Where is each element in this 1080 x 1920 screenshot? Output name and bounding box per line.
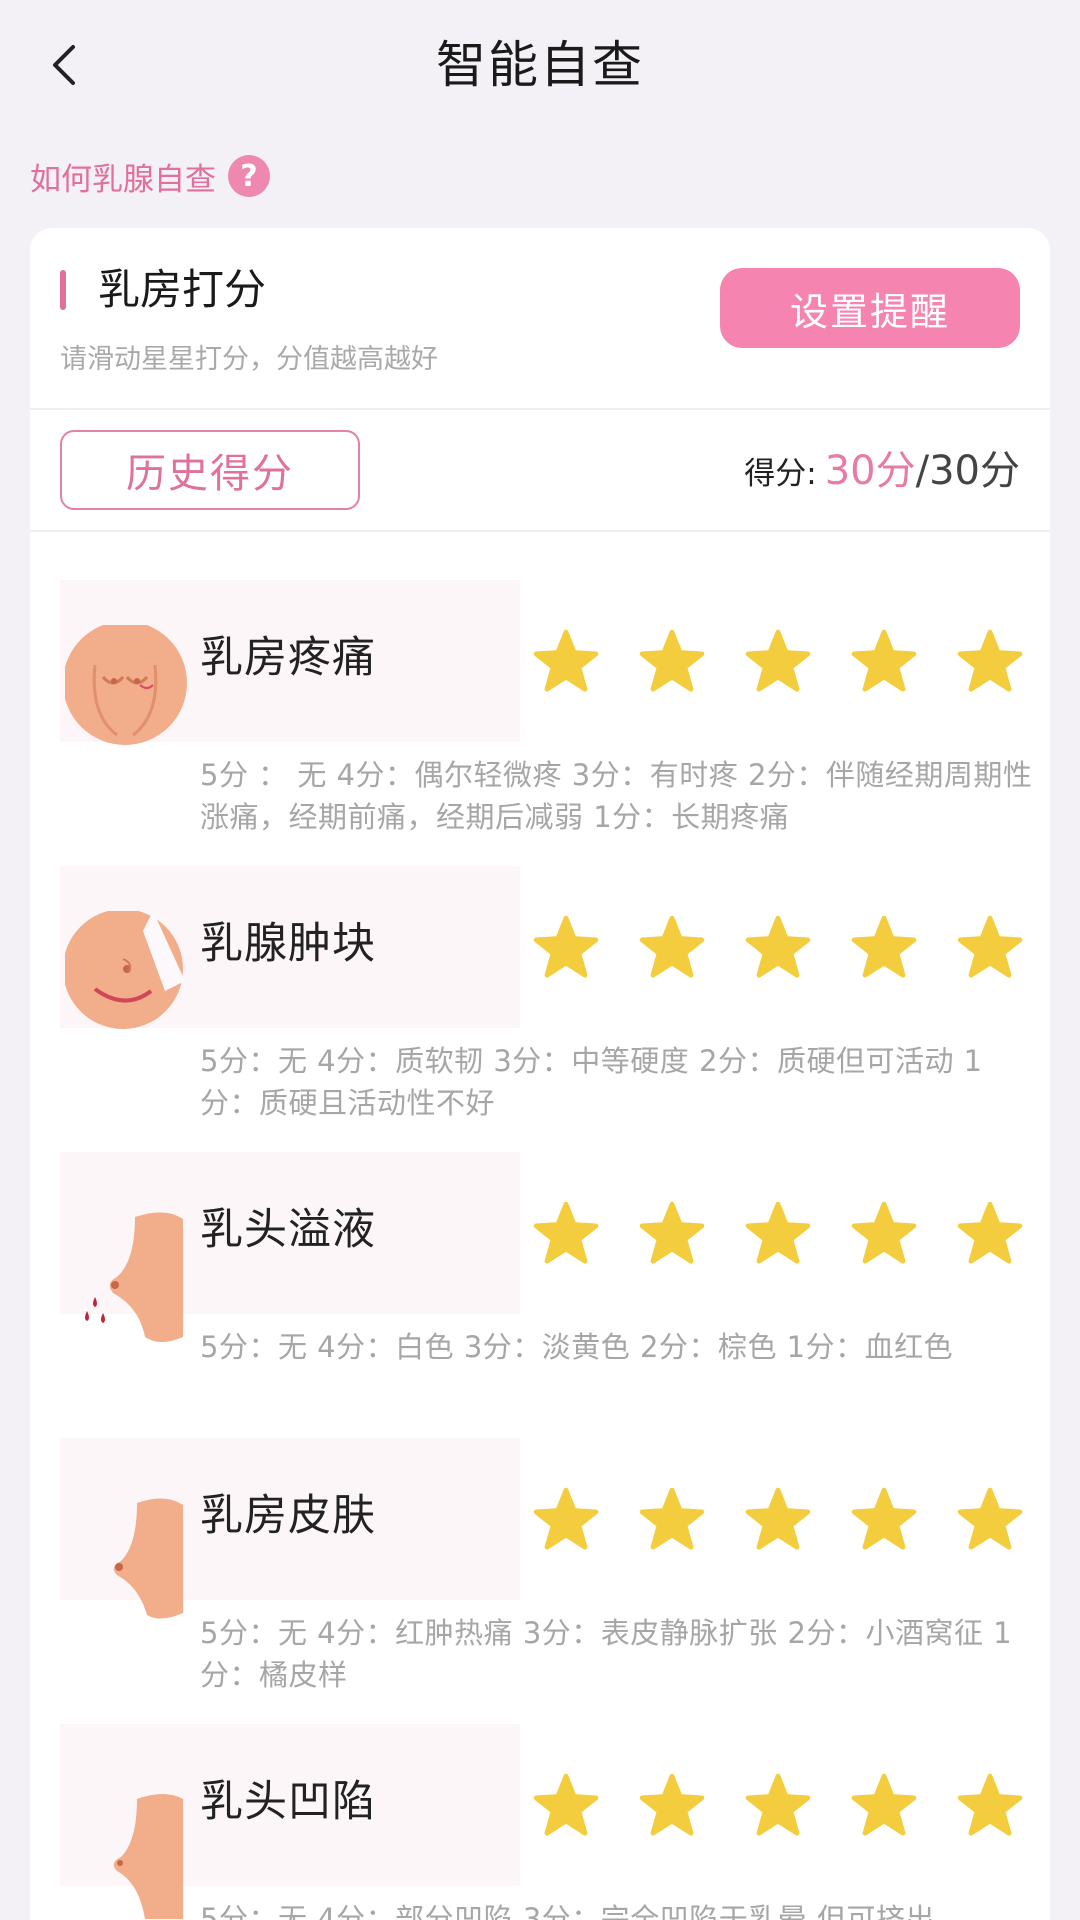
item-name: 乳头溢液: [200, 1205, 376, 1255]
star-icon[interactable]: [850, 628, 918, 696]
star-rating[interactable]: [532, 624, 1024, 700]
score-card-header: 乳房打分 请滑动星星打分，分值越高越好 设置提醒: [30, 228, 1050, 408]
star-icon[interactable]: [744, 1486, 812, 1554]
item-name: 乳腺肿块: [200, 919, 376, 969]
star-icon[interactable]: [638, 1772, 706, 1840]
section-title: 乳房打分: [98, 265, 267, 314]
breast-skin-illustration: [113, 1498, 183, 1619]
how-to-self-check-link[interactable]: 如何乳腺自查 ?: [30, 152, 270, 200]
rating-item-breast-pain: 乳房疼痛 5分 ： 无 4分：偶尔轻微疼 3分：有时疼 2分：伴随经期周期性涨痛…: [30, 580, 1050, 866]
star-icon[interactable]: [532, 914, 600, 982]
item-description: 5分：无 4分：部分凹陷 3分：完全凹陷于乳晕,但可挤出: [200, 1902, 936, 1920]
breast-score-card: 乳房打分 请滑动星星打分，分值越高越好 设置提醒 历史得分 得分: 30分 /3…: [30, 228, 1050, 1920]
star-icon[interactable]: [638, 1486, 706, 1554]
score-value: 30分: [824, 448, 916, 494]
divider: [30, 408, 1050, 410]
breast-pain-illustration: [65, 625, 187, 745]
rating-item-breast-lump: 乳腺肿块 5分：无 4分：质软韧 3分：中等硬度 2分：质硬但可活动 1分：质硬…: [30, 866, 1050, 1152]
how-to-self-check-label: 如何乳腺自查: [30, 161, 216, 198]
star-rating[interactable]: [532, 910, 1024, 986]
item-description: 5分：无 4分：红肿热痛 3分：表皮静脉扩张 2分：小酒窝征 1分：橘皮样: [200, 1616, 1013, 1692]
self-check-page: 智能自查 如何乳腺自查 ? 乳房打分 请滑动星星打分，分值越高越好 设置提醒 历…: [0, 0, 1080, 1920]
star-icon[interactable]: [532, 628, 600, 696]
nipple-inversion-illustration: [113, 1794, 183, 1919]
history-score-button[interactable]: 历史得分: [60, 430, 360, 510]
item-description: 5分：无 4分：质软韧 3分：中等硬度 2分：质硬但可活动 1分：质硬且活动性不…: [200, 1044, 983, 1120]
star-icon[interactable]: [850, 1772, 918, 1840]
item-name: 乳房疼痛: [200, 633, 376, 683]
star-icon[interactable]: [638, 628, 706, 696]
section-accent-bar: [60, 270, 66, 310]
top-bar: 智能自查: [0, 0, 1080, 130]
breast-lump-illustration: [65, 911, 185, 1029]
star-icon[interactable]: [744, 1200, 812, 1268]
item-name: 乳头凹陷: [200, 1777, 376, 1827]
nipple-discharge-illustration: [85, 1212, 183, 1342]
star-icon[interactable]: [532, 1200, 600, 1268]
divider: [30, 530, 1050, 532]
star-icon[interactable]: [850, 914, 918, 982]
star-rating[interactable]: [532, 1768, 1024, 1844]
question-circle-icon: ?: [228, 155, 270, 197]
section-hint: 请滑动星星打分，分值越高越好: [60, 344, 438, 375]
score-total: /30分: [915, 448, 1020, 494]
star-icon[interactable]: [744, 1772, 812, 1840]
rating-item-nipple-inversion: 乳头凹陷 5分：无 4分：部分凹陷 3分：完全凹陷于乳晕,但可挤出: [30, 1724, 1050, 1920]
star-icon[interactable]: [532, 1772, 600, 1840]
star-icon[interactable]: [744, 628, 812, 696]
star-rating[interactable]: [532, 1482, 1024, 1558]
star-icon[interactable]: [638, 1200, 706, 1268]
item-description: 5分：无 4分：白色 3分：淡黄色 2分：棕色 1分：血红色: [200, 1330, 954, 1364]
page-title: 智能自查: [436, 36, 644, 94]
score-label: 得分:: [744, 456, 817, 492]
rating-item-breast-skin: 乳房皮肤 5分：无 4分：红肿热痛 3分：表皮静脉扩张 2分：小酒窝征 1分：橘…: [30, 1438, 1050, 1724]
star-icon[interactable]: [850, 1486, 918, 1554]
star-icon[interactable]: [956, 628, 1024, 696]
star-rating[interactable]: [532, 1196, 1024, 1272]
star-icon[interactable]: [956, 1200, 1024, 1268]
star-icon[interactable]: [956, 1772, 1024, 1840]
set-reminder-button[interactable]: 设置提醒: [720, 268, 1020, 348]
star-icon[interactable]: [850, 1200, 918, 1268]
rating-item-nipple-discharge: 乳头溢液 5分：无 4分：白色 3分：淡黄色 2分：棕色 1分：血红色: [30, 1152, 1050, 1438]
item-description: 5分 ： 无 4分：偶尔轻微疼 3分：有时疼 2分：伴随经期周期性涨痛，经期前痛…: [200, 758, 1033, 834]
star-icon[interactable]: [956, 914, 1024, 982]
item-name: 乳房皮肤: [200, 1491, 376, 1541]
star-icon[interactable]: [638, 914, 706, 982]
score-summary: 得分: 30分 /30分: [744, 438, 1020, 502]
star-icon[interactable]: [532, 1486, 600, 1554]
star-icon[interactable]: [744, 914, 812, 982]
star-icon[interactable]: [956, 1486, 1024, 1554]
